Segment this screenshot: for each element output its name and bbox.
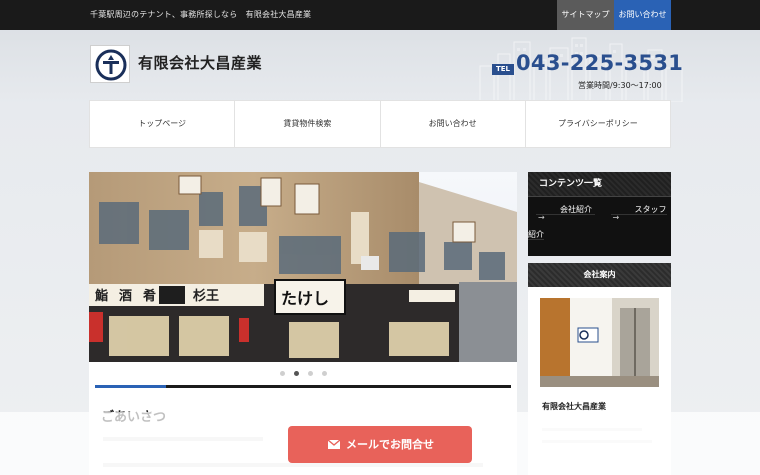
company-name[interactable]: 有限会社大昌産業 bbox=[138, 52, 262, 73]
global-nav: トップページ 賃貸物件検索 お問い合わせ プライバシーポリシー bbox=[89, 100, 671, 148]
nav-item-rental-search[interactable]: 賃貸物件検索 bbox=[235, 101, 381, 147]
mail-button-label: メールでお問合せ bbox=[346, 438, 434, 451]
arrow-right-icon: → bbox=[538, 213, 545, 222]
top-contact-link[interactable]: お問い合わせ bbox=[614, 0, 671, 30]
nav-item-contact[interactable]: お問い合わせ bbox=[381, 101, 526, 147]
nav-item-privacy[interactable]: プライバシーポリシー bbox=[526, 101, 670, 147]
slider-progress-bar bbox=[95, 385, 511, 388]
top-bar: 千葉駅周辺のテナント、事務所探しなら 有限会社大昌産業 サイトマップ お問い合わ… bbox=[0, 0, 760, 30]
slider-dots bbox=[89, 371, 517, 376]
slider-progress-fill bbox=[95, 385, 166, 388]
hero-slide-image: 鮨 酒 肴 杉王 たけし bbox=[89, 172, 517, 362]
hero-slider[interactable]: 鮨 酒 肴 杉王 たけし bbox=[89, 172, 517, 362]
nav-item-top[interactable]: トップページ bbox=[90, 101, 236, 147]
mail-contact-button[interactable]: メールでお問合せ bbox=[288, 426, 472, 463]
slider-dot[interactable] bbox=[279, 371, 285, 376]
sidebar-item-company-intro[interactable]: → 会社紹介 bbox=[536, 205, 595, 222]
business-hours: 営業時間/9:30〜17:00 bbox=[578, 81, 662, 90]
shop-sign-sushi: 鮨 bbox=[95, 288, 108, 304]
shop-sign-sake: 酒 bbox=[119, 289, 132, 304]
sidebar-contents-menu: コンテンツ一覧 → 会社紹介 → スタッフ紹介 bbox=[528, 172, 671, 256]
arrow-right-icon: → bbox=[612, 213, 620, 222]
sidebar-contents-heading: コンテンツ一覧 bbox=[528, 172, 671, 197]
sidebar-about-caption[interactable]: 有限会社大昌産業 bbox=[542, 401, 606, 412]
logo-emblem-icon bbox=[95, 49, 127, 81]
office-entrance-photo bbox=[540, 298, 659, 387]
site-tagline: 千葉駅周辺のテナント、事務所探しなら 有限会社大昌産業 bbox=[90, 10, 312, 19]
slider-dot[interactable] bbox=[307, 371, 313, 376]
sidebar-about-heading: 会社案内 bbox=[528, 263, 671, 287]
sidebar-item-label: 会社紹介 bbox=[560, 205, 592, 214]
slider-dot[interactable] bbox=[321, 371, 327, 376]
shop-sign-sugio: 杉王 bbox=[193, 288, 219, 304]
shop-sign-takeshi: たけし bbox=[281, 289, 329, 308]
company-logo[interactable] bbox=[90, 45, 130, 83]
envelope-icon bbox=[328, 440, 340, 449]
tel-badge: TEL bbox=[492, 64, 514, 75]
slider-dot-active[interactable] bbox=[293, 371, 299, 376]
sitemap-link[interactable]: サイトマップ bbox=[557, 0, 614, 30]
phone-number[interactable]: 043-225-3531 bbox=[516, 51, 683, 75]
shop-sign-snacks: 肴 bbox=[143, 288, 156, 304]
